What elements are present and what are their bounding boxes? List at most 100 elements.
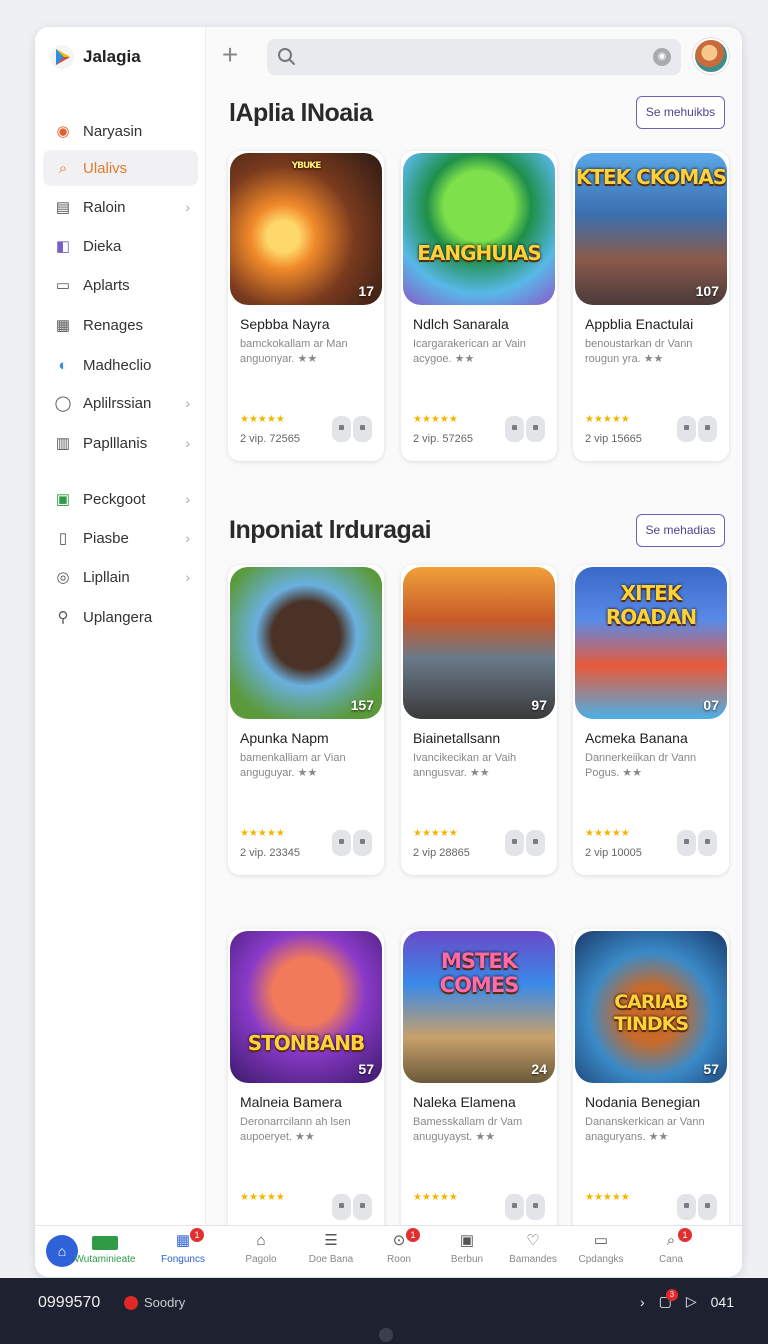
orange-app-icon: ◉ bbox=[56, 123, 70, 140]
app-title: Biainetallsann bbox=[413, 730, 501, 746]
sidebar-item[interactable]: ◎ Lipllain › bbox=[43, 559, 198, 595]
app-card[interactable]: XITEK ROADAN 07 Acmeka Banana Dannerkeiikan… bbox=[573, 565, 729, 875]
store-icon: ▣ bbox=[55, 491, 71, 508]
artwork-title: KTEK CKOMAS bbox=[575, 165, 727, 189]
controller-icons bbox=[505, 1194, 547, 1220]
app-card[interactable]: STONBANB 57 Malneia Bamera Deronarrcilann a… bbox=[228, 929, 384, 1239]
document-icon: ▯ bbox=[58, 530, 68, 547]
star-rating: ★★★★★ bbox=[240, 1192, 285, 1203]
app-title: Malneia Bamera bbox=[240, 1094, 342, 1110]
play-store-logo-icon bbox=[50, 45, 74, 69]
app-description: Icargarakerican ar Vain acygoe. ★★ bbox=[413, 338, 526, 365]
app-title: Apunka Napm bbox=[240, 730, 329, 746]
sidebar-item[interactable]: ▤ Raloin › bbox=[43, 189, 198, 225]
gamepad-icon bbox=[505, 830, 524, 856]
gamepad-icon bbox=[332, 416, 351, 442]
add-button[interactable]: + bbox=[217, 41, 243, 71]
sidebar-item[interactable]: ▣ Peckgoot › bbox=[43, 481, 198, 517]
sidebar-item[interactable]: ▦ Renages bbox=[43, 307, 198, 343]
controller-icons bbox=[677, 830, 719, 856]
app-card[interactable]: KTEK CKOMAS 107 Appblia Enactulai benoustar… bbox=[573, 151, 729, 461]
rating-badge: 107 bbox=[695, 283, 719, 299]
message-icon: ▭ bbox=[593, 1232, 609, 1249]
rating-badge: 97 bbox=[531, 697, 547, 713]
star-rating: ★★★★★ bbox=[413, 414, 458, 425]
app-artwork: STONBANB 57 bbox=[230, 931, 382, 1083]
sidebar-item[interactable]: ◐ Madheclio bbox=[43, 347, 198, 383]
app-artwork: XITEK ROADAN 07 bbox=[575, 567, 727, 719]
app-card[interactable]: EANGHUIAS Ndlch Sanarala Icargarakerican a… bbox=[401, 151, 557, 461]
bottom-nav-item[interactable]: ▦ Fonguncs 1 bbox=[148, 1228, 218, 1274]
book-icon: ▤ bbox=[55, 199, 71, 216]
rating-badge: 157 bbox=[350, 697, 374, 713]
app-card[interactable]: 97 Biainetallsann Ivancikecikan ar Vaih an… bbox=[401, 565, 557, 875]
app-card[interactable]: CARIAB TINDKS 57 Nodania Benegian Danansker… bbox=[573, 929, 729, 1239]
sidebar-item[interactable]: ▥ Paplllanis › bbox=[43, 425, 198, 461]
bottom-nav-item[interactable]: Wutaminieate bbox=[70, 1230, 140, 1274]
app-card[interactable]: YBUKE 17 Sepbba Nayra bamckokallam ar Man a… bbox=[228, 151, 384, 461]
user-avatar[interactable] bbox=[693, 38, 729, 74]
gamepad-icon bbox=[332, 1194, 351, 1220]
app-description: Dannerkeiikan dr Vann Pogus. ★★ bbox=[585, 752, 697, 779]
app-card[interactable]: MSTEK COMES 24 Naleka Elamena Bamesskallam … bbox=[401, 929, 557, 1239]
record-dot-icon bbox=[124, 1295, 138, 1310]
recording-indicator[interactable]: Soodry bbox=[124, 1295, 185, 1310]
globe-icon: ◎ bbox=[56, 569, 70, 586]
search-input[interactable] bbox=[307, 45, 637, 69]
search-icon: ⌕ bbox=[58, 159, 68, 177]
tray-time: 041 bbox=[710, 1293, 734, 1310]
controller-icons bbox=[677, 1194, 719, 1220]
green-tag-icon bbox=[92, 1236, 118, 1250]
bottom-nav: ⌂ Wutaminieate ▦ Fonguncs 1 ⌂ Pagolo ☰ Doe Bana… bbox=[35, 1225, 742, 1277]
notification-icon[interactable]: ▢ 3 bbox=[659, 1289, 678, 1310]
sidebar-item[interactable]: ◉ Narуasin bbox=[43, 113, 198, 149]
voice-search-icon[interactable]: ◉ bbox=[653, 48, 671, 66]
bottom-nav-item[interactable]: ⌕ Cana 1 bbox=[636, 1228, 706, 1274]
see-more-button[interactable]: Se mehuikbs bbox=[636, 96, 725, 129]
home-indicator[interactable] bbox=[379, 1328, 393, 1342]
gamepad-icon bbox=[353, 416, 372, 442]
purple-square-icon: ◧ bbox=[55, 238, 71, 255]
grid-icon: ▦ bbox=[55, 317, 71, 334]
controller-icons bbox=[505, 830, 547, 856]
taskbar-tray: › ▢ 3 ▷ 041 bbox=[640, 1289, 734, 1310]
bottom-nav-item[interactable]: ⌂ Pagolo bbox=[226, 1230, 296, 1274]
brand[interactable]: Jalagia bbox=[35, 27, 205, 87]
sidebar-item[interactable]: ▭ Aplarts bbox=[43, 267, 198, 303]
bottom-nav-item[interactable]: ▣ Berbun bbox=[432, 1230, 502, 1274]
rating-badge: 24 bbox=[531, 1061, 547, 1077]
colorful-app-icon: ◐ bbox=[58, 356, 68, 374]
app-title: Sepbba Nayra bbox=[240, 316, 330, 332]
gamepad-icon bbox=[505, 416, 524, 442]
app-card[interactable]: 157 Apunka Napm bamenkalliam ar Vian angug… bbox=[228, 565, 384, 875]
gamepad-icon bbox=[505, 1194, 524, 1220]
sidebar-item[interactable]: ▯ Piasbe › bbox=[43, 520, 198, 556]
sidebar-item[interactable]: ◯ Aplilrssian › bbox=[43, 385, 198, 421]
play-icon[interactable]: ▷ bbox=[686, 1293, 697, 1310]
rating-badge: 57 bbox=[703, 1061, 719, 1077]
section-title: lAplia lNoaia bbox=[229, 99, 373, 127]
gamepad-icon bbox=[677, 416, 696, 442]
search-bar[interactable]: ◉ bbox=[267, 39, 681, 75]
search-icon bbox=[278, 48, 295, 65]
gamepad-icon bbox=[526, 1194, 545, 1220]
chevron-right-icon[interactable]: › bbox=[640, 1294, 645, 1310]
star-rating: ★★★★★ bbox=[585, 828, 630, 839]
chevron-right-icon: › bbox=[185, 491, 190, 507]
app-title: Nodania Benegian bbox=[585, 1094, 701, 1110]
star-rating: ★★★★★ bbox=[413, 828, 458, 839]
gamepad-icon bbox=[698, 1194, 717, 1220]
sidebar-item[interactable]: ⚲ Uplangera bbox=[43, 599, 198, 635]
sidebar-item[interactable]: ⌕ Ulalivs bbox=[43, 150, 198, 186]
app-description: Ivancikecikan ar Vaih anngusvar. ★★ bbox=[413, 752, 517, 779]
bottom-nav-item[interactable]: ▭ Cpdangks bbox=[566, 1230, 636, 1274]
sidebar-item[interactable]: ◧ Dieka bbox=[43, 228, 198, 264]
chat-icon: ◯ bbox=[54, 395, 72, 412]
app-title: Appblia Enactulai bbox=[585, 316, 694, 332]
bottom-nav-item[interactable]: ☰ Doe Bana bbox=[296, 1230, 366, 1274]
download-count: 2 vip 15665 bbox=[585, 433, 642, 445]
see-more-button[interactable]: Se mehadias bbox=[636, 514, 725, 547]
bottom-nav-item[interactable]: ⊙ Roon 1 bbox=[364, 1228, 434, 1274]
bottom-nav-item[interactable]: ♡ Bamandes bbox=[498, 1230, 568, 1274]
controller-icons bbox=[332, 830, 374, 856]
